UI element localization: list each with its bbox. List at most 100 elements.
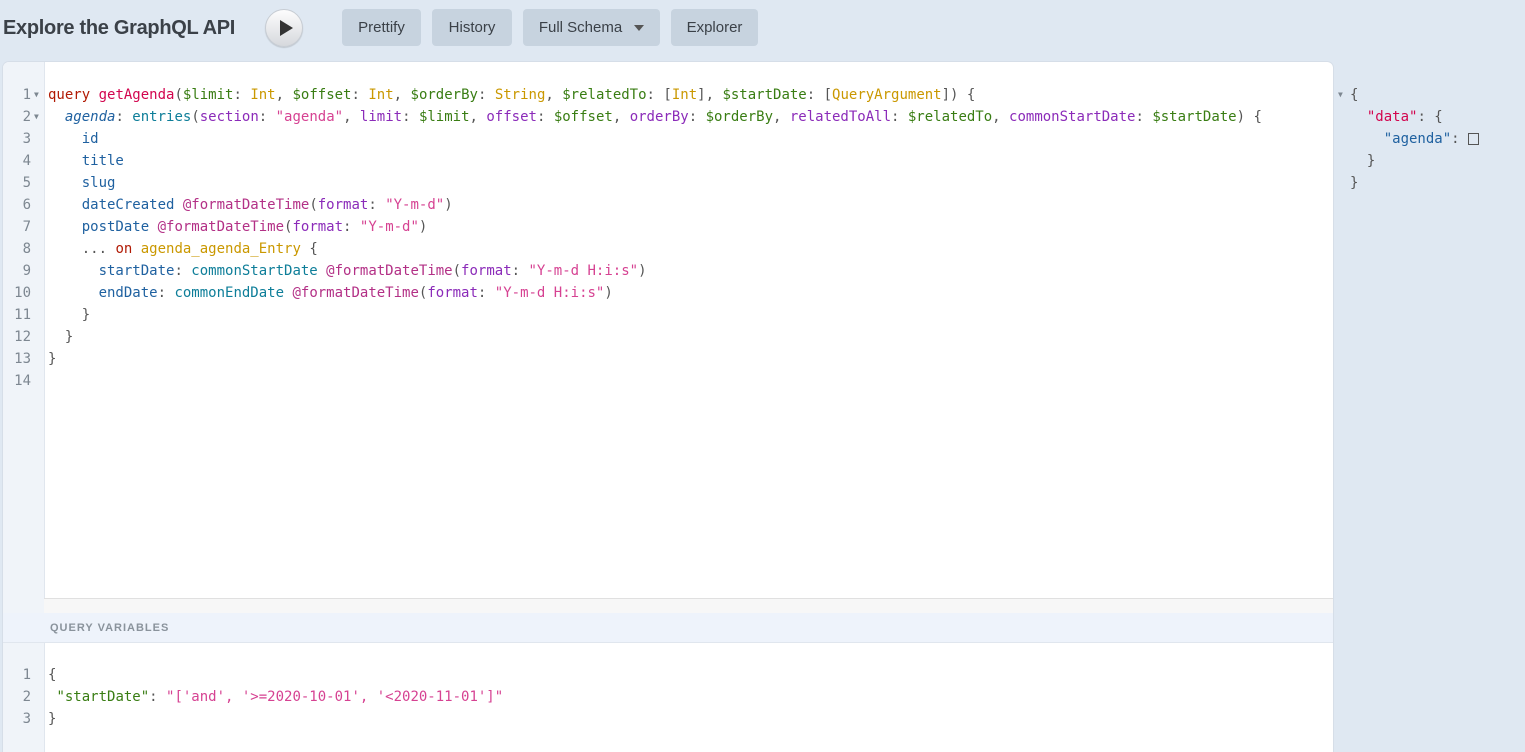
- code-token: Int: [250, 87, 276, 103]
- code-token: :: [891, 109, 908, 125]
- code-token: "data": [1366, 109, 1418, 125]
- code-token: ) {: [1236, 109, 1262, 125]
- code-token: $orderBy: [705, 109, 773, 125]
- line-number: 14: [14, 373, 31, 389]
- fold-arrow-icon[interactable]: ▼: [34, 106, 39, 128]
- code-line: 8 ... on agenda_agenda_Entry {: [3, 238, 1333, 260]
- code-token: id: [81, 131, 99, 147]
- result-line-content: }: [1350, 172, 1358, 194]
- execute-query-button[interactable]: [265, 9, 303, 47]
- code-token: $orderBy: [410, 87, 478, 103]
- code-line: 3}: [3, 708, 1333, 730]
- code-token: commonEndDate: [174, 285, 285, 301]
- result-line-content: {: [1350, 84, 1358, 106]
- code-token: "startDate": [56, 689, 150, 705]
- code-token: :: [402, 109, 419, 125]
- line-number: 12: [14, 329, 31, 345]
- code-token: "['and', '>=2020-10-01', '<2020-11-01']": [166, 689, 504, 705]
- page-title: Explore the GraphQL API: [3, 17, 236, 39]
- code-token: }: [48, 307, 91, 323]
- query-editor[interactable]: 1 ▼ query getAgenda($limit: Int, $offset: …: [3, 84, 1333, 392]
- empty-array-icon: [1468, 133, 1480, 145]
- code-line: 3 id: [3, 128, 1333, 150]
- code-token: $offset: [553, 109, 613, 125]
- code-token: @formatDateTime: [292, 285, 419, 301]
- code-token: :: [536, 109, 554, 125]
- code-token: commonStartDate: [1009, 109, 1136, 125]
- code-token: query: [48, 87, 91, 103]
- code-token: entries: [132, 109, 192, 125]
- code-token: $startDate: [1152, 109, 1237, 125]
- result-line-content: "agenda":: [1350, 128, 1480, 150]
- code-token: orderBy: [629, 109, 689, 125]
- code-token: ...: [48, 241, 116, 257]
- code-token: ): [638, 263, 647, 279]
- code-token: }: [48, 329, 74, 345]
- line-number: 8: [22, 241, 31, 257]
- line-number: 4: [22, 153, 31, 169]
- explorer-button[interactable]: Explorer: [671, 9, 758, 46]
- line-number: 2: [22, 689, 31, 705]
- code-token: :: [157, 285, 175, 301]
- fold-arrow-icon[interactable]: ▼: [1338, 84, 1343, 106]
- prettify-label: Prettify: [358, 19, 405, 36]
- code-token: ,: [469, 109, 487, 125]
- code-token: ,: [343, 109, 360, 125]
- code-token: }: [48, 351, 57, 367]
- code-token: slug: [81, 175, 116, 191]
- line-content: startDate: commonStartDate @formatDateTi…: [48, 260, 647, 282]
- result-line-content: "data": {: [1350, 106, 1443, 128]
- code-token: $relatedTo: [907, 109, 993, 125]
- code-line: 14: [3, 370, 1333, 392]
- code-line: 1 ▼ query getAgenda($limit: Int, $offset: …: [3, 84, 1333, 106]
- code-token: :: [511, 263, 529, 279]
- code-token: }: [48, 711, 57, 727]
- code-line: 1{: [3, 664, 1333, 686]
- code-token: format: [427, 285, 478, 301]
- code-line: 6 dateCreated @formatDateTime(format: "Y…: [3, 194, 1333, 216]
- line-content: }: [48, 304, 90, 326]
- code-token: ,: [773, 109, 790, 125]
- code-token: agenda_agenda_Entry: [140, 241, 301, 257]
- code-token: ): [418, 219, 428, 235]
- code-token: :: [1451, 131, 1469, 147]
- line-content: dateCreated @formatDateTime(format: "Y-m…: [48, 194, 453, 216]
- code-token: startDate: [98, 263, 175, 279]
- code-token: ): [444, 197, 453, 213]
- history-button[interactable]: History: [432, 9, 512, 46]
- result-line-content: }: [1350, 150, 1375, 172]
- code-token: @formatDateTime: [157, 219, 285, 235]
- code-token: $limit: [418, 109, 470, 125]
- code-token: postDate: [81, 219, 150, 235]
- code-token: endDate: [98, 285, 158, 301]
- prettify-button[interactable]: Prettify: [342, 9, 421, 46]
- line-content: title: [48, 150, 124, 172]
- line-content: postDate @formatDateTime(format: "Y-m-d"…: [48, 216, 428, 238]
- explorer-label: Explorer: [686, 19, 743, 36]
- fold-arrow-icon[interactable]: ▼: [34, 84, 39, 106]
- code-token: : {: [1417, 109, 1443, 125]
- full-schema-label: Full Schema: [538, 19, 623, 36]
- code-token: }: [1350, 175, 1359, 191]
- full-schema-dropdown[interactable]: Full Schema: [523, 9, 660, 46]
- line-number: 6: [22, 197, 31, 213]
- code-token: :: [258, 109, 276, 125]
- code-token: $limit: [182, 87, 234, 103]
- code-token: "agenda": [275, 109, 344, 125]
- query-variables-editor[interactable]: 1{2 "startDate": "['and', '>=2020-10-01'…: [3, 664, 1333, 730]
- code-token: dateCreated: [81, 197, 175, 213]
- line-number: 9: [22, 263, 31, 279]
- code-token: (: [309, 197, 318, 213]
- code-token: (: [452, 263, 462, 279]
- code-token: ],: [697, 87, 723, 103]
- code-token: section: [199, 109, 259, 125]
- line-number: 13: [14, 351, 31, 367]
- query-variables-header[interactable]: QUERY VARIABLES: [3, 613, 1333, 643]
- code-token: ]) {: [941, 87, 976, 103]
- variables-resize-handle[interactable]: [44, 598, 1333, 614]
